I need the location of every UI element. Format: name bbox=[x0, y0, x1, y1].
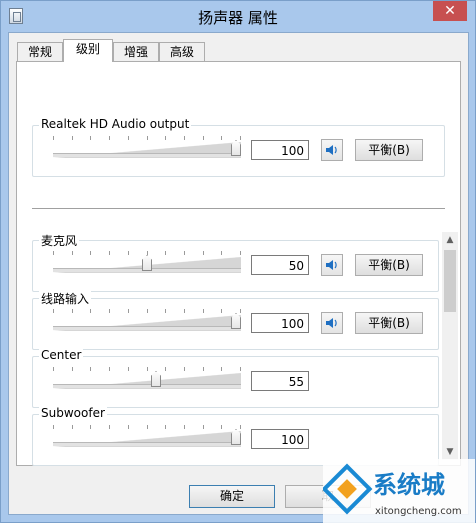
channel-group-line-in: 线路输入 100 平衡(B) bbox=[32, 290, 439, 350]
channel-label: 线路输入 bbox=[39, 290, 92, 307]
channel-slider[interactable] bbox=[53, 251, 241, 273]
channel-group-microphone: 麦克风 50 平衡(B) bbox=[32, 232, 439, 292]
master-value-field[interactable]: 100 bbox=[251, 140, 309, 160]
channel-label: Subwoofer bbox=[39, 406, 107, 420]
balance-button[interactable]: 平衡(B) bbox=[355, 312, 423, 334]
tab-general[interactable]: 常规 bbox=[17, 42, 63, 61]
mute-button[interactable] bbox=[321, 312, 343, 334]
watermark-name: 系统城 bbox=[373, 471, 445, 499]
window-title: 扬声器 属性 bbox=[198, 9, 278, 27]
scroll-down-arrow-icon[interactable]: ▼ bbox=[442, 444, 458, 460]
title-bar[interactable]: 扬声器 属性 ✕ bbox=[1, 1, 475, 31]
speaker-icon bbox=[326, 145, 337, 155]
channel-value-field[interactable]: 50 bbox=[251, 255, 309, 275]
watermark-url: xitongcheng.com bbox=[375, 506, 462, 517]
channel-label: Center bbox=[39, 348, 84, 362]
channel-label: 麦克风 bbox=[39, 232, 80, 249]
watermark-logo: 系统城 xitongcheng.com bbox=[321, 459, 475, 523]
scroll-up-arrow-icon[interactable]: ▲ bbox=[442, 232, 458, 248]
dialog-client: 常规 级别 增强 高级 Realtek HD Audio output 100 … bbox=[8, 32, 469, 515]
ok-button[interactable]: 确定 bbox=[189, 485, 275, 508]
tab-levels[interactable]: 级别 bbox=[63, 39, 113, 62]
tab-advanced[interactable]: 高级 bbox=[159, 42, 205, 61]
master-slider[interactable] bbox=[53, 136, 241, 158]
close-button[interactable]: ✕ bbox=[433, 1, 467, 21]
channel-slider[interactable] bbox=[53, 425, 241, 447]
channel-slider[interactable] bbox=[53, 309, 241, 331]
master-group: Realtek HD Audio output 100 平衡(B) bbox=[32, 117, 445, 177]
speaker-icon bbox=[326, 318, 337, 328]
speaker-icon bbox=[326, 260, 337, 270]
master-label: Realtek HD Audio output bbox=[39, 117, 192, 131]
master-balance-button[interactable]: 平衡(B) bbox=[355, 139, 423, 161]
properties-window: 扬声器 属性 ✕ 常规 级别 增强 高级 Realtek HD Audio ou… bbox=[0, 0, 476, 523]
channel-value-field[interactable]: 55 bbox=[251, 371, 309, 391]
channel-value-field[interactable]: 100 bbox=[251, 429, 309, 449]
master-mute-button[interactable] bbox=[321, 139, 343, 161]
scrollbar-thumb[interactable] bbox=[444, 250, 456, 312]
mute-button[interactable] bbox=[321, 254, 343, 276]
levels-page: Realtek HD Audio output 100 平衡(B) 麦克风 50… bbox=[16, 61, 461, 466]
channel-group-center: Center 55 bbox=[32, 348, 439, 408]
balance-button[interactable]: 平衡(B) bbox=[355, 254, 423, 276]
channel-slider[interactable] bbox=[53, 367, 241, 389]
vertical-scrollbar[interactable]: ▲ ▼ bbox=[442, 232, 458, 460]
separator bbox=[32, 208, 445, 209]
channel-value-field[interactable]: 100 bbox=[251, 313, 309, 333]
tab-enhancements[interactable]: 增强 bbox=[113, 42, 159, 61]
